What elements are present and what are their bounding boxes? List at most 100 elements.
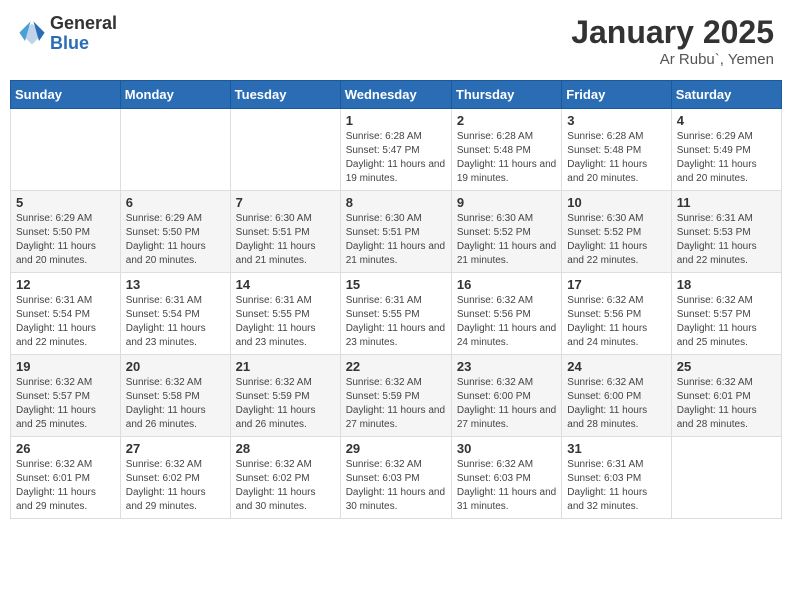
day-number: 21: [236, 359, 335, 374]
day-number: 31: [567, 441, 665, 456]
day-number: 29: [346, 441, 446, 456]
calendar-cell: 9 Sunrise: 6:30 AM Sunset: 5:52 PM Daylig…: [451, 191, 561, 273]
day-info: Sunrise: 6:31 AM Sunset: 6:03 PM Dayligh…: [567, 458, 665, 514]
day-info: Sunrise: 6:32 AM Sunset: 5:59 PM Dayligh…: [346, 376, 446, 432]
day-info: Sunrise: 6:32 AM Sunset: 6:00 PM Dayligh…: [567, 376, 665, 432]
calendar-cell: 31 Sunrise: 6:31 AM Sunset: 6:03 PM Dayli…: [562, 437, 671, 519]
weekday-header: Sunday: [11, 81, 121, 109]
day-info: Sunrise: 6:32 AM Sunset: 6:02 PM Dayligh…: [126, 458, 225, 514]
day-info: Sunrise: 6:32 AM Sunset: 6:00 PM Dayligh…: [457, 376, 556, 432]
logo-general: General: [50, 14, 117, 34]
day-number: 10: [567, 195, 665, 210]
day-number: 30: [457, 441, 556, 456]
calendar-cell: [11, 109, 121, 191]
calendar-cell: 29 Sunrise: 6:32 AM Sunset: 6:03 PM Dayli…: [340, 437, 451, 519]
calendar-week-row: 5 Sunrise: 6:29 AM Sunset: 5:50 PM Daylig…: [11, 191, 782, 273]
day-info: Sunrise: 6:32 AM Sunset: 6:02 PM Dayligh…: [236, 458, 335, 514]
day-number: 9: [457, 195, 556, 210]
calendar-cell: 19 Sunrise: 6:32 AM Sunset: 5:57 PM Dayli…: [11, 355, 121, 437]
calendar-table: SundayMondayTuesdayWednesdayThursdayFrid…: [10, 80, 782, 519]
day-info: Sunrise: 6:32 AM Sunset: 6:03 PM Dayligh…: [346, 458, 446, 514]
calendar-cell: 18Sunrise: 6:32 AM Sunset: 5:57 PM Dayli…: [671, 273, 781, 355]
calendar-title: January 2025: [571, 14, 774, 51]
day-number: 4: [677, 113, 776, 128]
day-info: Sunrise: 6:28 AM Sunset: 5:48 PM Dayligh…: [567, 130, 665, 186]
day-info: Sunrise: 6:30 AM Sunset: 5:51 PM Dayligh…: [346, 212, 446, 268]
calendar-cell: 1 Sunrise: 6:28 AM Sunset: 5:47 PM Daylig…: [340, 109, 451, 191]
day-number: 27: [126, 441, 225, 456]
calendar-week-row: 1 Sunrise: 6:28 AM Sunset: 5:47 PM Daylig…: [11, 109, 782, 191]
day-number: 24: [567, 359, 665, 374]
day-number: 1: [346, 113, 446, 128]
day-info: Sunrise: 6:32 AM Sunset: 5:58 PM Dayligh…: [126, 376, 225, 432]
day-info: Sunrise: 6:32 AM Sunset: 6:03 PM Dayligh…: [457, 458, 556, 514]
day-number: 28: [236, 441, 335, 456]
day-number: 16: [457, 277, 556, 292]
weekday-header: Saturday: [671, 81, 781, 109]
day-number: 5: [16, 195, 115, 210]
day-info: Sunrise: 6:32 AM Sunset: 5:56 PM Dayligh…: [457, 294, 556, 350]
calendar-cell: 22 Sunrise: 6:32 AM Sunset: 5:59 PM Dayli…: [340, 355, 451, 437]
day-number: 17: [567, 277, 665, 292]
day-info: Sunrise: 6:32 AM Sunset: 6:01 PM Dayligh…: [677, 376, 776, 432]
calendar-cell: 25Sunrise: 6:32 AM Sunset: 6:01 PM Dayli…: [671, 355, 781, 437]
day-number: 13: [126, 277, 225, 292]
day-info: Sunrise: 6:28 AM Sunset: 5:47 PM Dayligh…: [346, 130, 446, 186]
day-number: 12: [16, 277, 115, 292]
day-number: 7: [236, 195, 335, 210]
calendar-header-row: SundayMondayTuesdayWednesdayThursdayFrid…: [11, 81, 782, 109]
day-number: 26: [16, 441, 115, 456]
day-info: Sunrise: 6:32 AM Sunset: 5:57 PM Dayligh…: [16, 376, 115, 432]
calendar-cell: 7 Sunrise: 6:30 AM Sunset: 5:51 PM Daylig…: [230, 191, 340, 273]
day-info: Sunrise: 6:30 AM Sunset: 5:52 PM Dayligh…: [457, 212, 556, 268]
day-info: Sunrise: 6:31 AM Sunset: 5:55 PM Dayligh…: [236, 294, 335, 350]
calendar-cell: 26 Sunrise: 6:32 AM Sunset: 6:01 PM Dayli…: [11, 437, 121, 519]
calendar-cell: 17 Sunrise: 6:32 AM Sunset: 5:56 PM Dayli…: [562, 273, 671, 355]
logo-text: General Blue: [50, 14, 117, 54]
calendar-cell: 15 Sunrise: 6:31 AM Sunset: 5:55 PM Dayli…: [340, 273, 451, 355]
weekday-header: Friday: [562, 81, 671, 109]
day-number: 3: [567, 113, 665, 128]
calendar-cell: 6 Sunrise: 6:29 AM Sunset: 5:50 PM Daylig…: [120, 191, 230, 273]
day-info: Sunrise: 6:29 AM Sunset: 5:50 PM Dayligh…: [126, 212, 225, 268]
calendar-week-row: 19 Sunrise: 6:32 AM Sunset: 5:57 PM Dayli…: [11, 355, 782, 437]
day-info: Sunrise: 6:32 AM Sunset: 5:56 PM Dayligh…: [567, 294, 665, 350]
day-info: Sunrise: 6:31 AM Sunset: 5:55 PM Dayligh…: [346, 294, 446, 350]
weekday-header: Wednesday: [340, 81, 451, 109]
day-info: Sunrise: 6:31 AM Sunset: 5:54 PM Dayligh…: [126, 294, 225, 350]
calendar-cell: 3 Sunrise: 6:28 AM Sunset: 5:48 PM Daylig…: [562, 109, 671, 191]
day-info: Sunrise: 6:28 AM Sunset: 5:48 PM Dayligh…: [457, 130, 556, 186]
calendar-cell: 24 Sunrise: 6:32 AM Sunset: 6:00 PM Dayli…: [562, 355, 671, 437]
day-info: Sunrise: 6:32 AM Sunset: 5:57 PM Dayligh…: [677, 294, 776, 350]
day-number: 11: [677, 195, 776, 210]
calendar-subtitle: Ar Rubu`, Yemen: [571, 51, 774, 68]
logo-blue: Blue: [50, 34, 117, 54]
day-info: Sunrise: 6:29 AM Sunset: 5:49 PM Dayligh…: [677, 130, 776, 186]
day-number: 23: [457, 359, 556, 374]
day-info: Sunrise: 6:32 AM Sunset: 6:01 PM Dayligh…: [16, 458, 115, 514]
calendar-cell: 13 Sunrise: 6:31 AM Sunset: 5:54 PM Dayli…: [120, 273, 230, 355]
calendar-cell: [230, 109, 340, 191]
calendar-body: 1 Sunrise: 6:28 AM Sunset: 5:47 PM Daylig…: [11, 109, 782, 519]
day-number: 19: [16, 359, 115, 374]
calendar-cell: 20Sunrise: 6:32 AM Sunset: 5:58 PM Dayli…: [120, 355, 230, 437]
day-info: Sunrise: 6:30 AM Sunset: 5:52 PM Dayligh…: [567, 212, 665, 268]
calendar-cell: 27 Sunrise: 6:32 AM Sunset: 6:02 PM Dayli…: [120, 437, 230, 519]
calendar-cell: 4 Sunrise: 6:29 AM Sunset: 5:49 PM Daylig…: [671, 109, 781, 191]
day-number: 15: [346, 277, 446, 292]
calendar-cell: [120, 109, 230, 191]
calendar-cell: 23 Sunrise: 6:32 AM Sunset: 6:00 PM Dayli…: [451, 355, 561, 437]
day-number: 8: [346, 195, 446, 210]
logo: General Blue: [18, 14, 117, 54]
day-number: 22: [346, 359, 446, 374]
calendar-cell: 5Sunrise: 6:29 AM Sunset: 5:50 PM Daylig…: [11, 191, 121, 273]
weekday-header: Thursday: [451, 81, 561, 109]
calendar-cell: 14Sunrise: 6:31 AM Sunset: 5:55 PM Dayli…: [230, 273, 340, 355]
calendar-cell: 16 Sunrise: 6:32 AM Sunset: 5:56 PM Dayli…: [451, 273, 561, 355]
day-number: 6: [126, 195, 225, 210]
calendar-cell: 21Sunrise: 6:32 AM Sunset: 5:59 PM Dayli…: [230, 355, 340, 437]
day-number: 2: [457, 113, 556, 128]
page-header: General Blue January 2025 Ar Rubu`, Yeme…: [10, 10, 782, 72]
logo-icon: [18, 20, 46, 48]
day-info: Sunrise: 6:30 AM Sunset: 5:51 PM Dayligh…: [236, 212, 335, 268]
